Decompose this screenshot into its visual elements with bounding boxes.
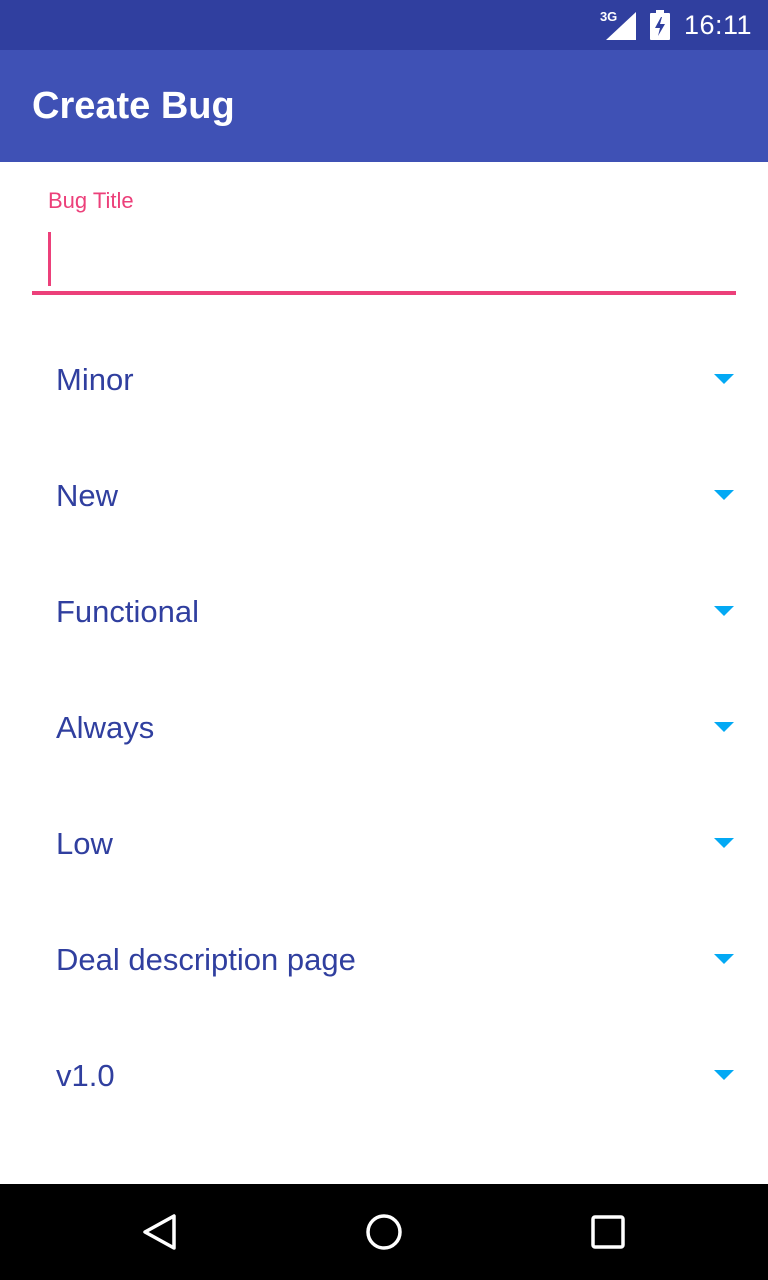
- app-bar: Create Bug: [0, 50, 768, 162]
- status-bar: 3G 16:11: [0, 0, 768, 50]
- frequency-value: Always: [56, 710, 155, 745]
- network-indicator: 3G: [600, 10, 636, 40]
- text-cursor: [48, 232, 51, 286]
- priority-value: Low: [56, 826, 113, 861]
- type-value: Functional: [56, 594, 200, 629]
- battery-charging-icon: [649, 10, 670, 40]
- severity-value: Minor: [56, 362, 134, 397]
- recents-button[interactable]: [560, 1184, 656, 1280]
- bug-title-input[interactable]: [32, 224, 736, 290]
- dropdown-arrow-icon: [714, 606, 734, 616]
- signal-icon: [605, 12, 636, 40]
- status-icons: 3G 16:11: [600, 0, 752, 50]
- status-clock: 16:11: [683, 9, 752, 40]
- dropdown-arrow-icon: [714, 722, 734, 732]
- bug-title-label: Bug Title: [48, 188, 134, 213]
- spinner-list: Minor New Functional Always Low Deal des…: [0, 322, 768, 1134]
- dropdown-arrow-icon: [714, 838, 734, 848]
- component-spinner[interactable]: Deal description page: [0, 902, 768, 1018]
- component-value: Deal description page: [56, 942, 356, 977]
- dropdown-arrow-icon: [714, 1070, 734, 1080]
- dropdown-arrow-icon: [714, 954, 734, 964]
- navigation-bar: [0, 1184, 768, 1280]
- bug-title-field: Bug Title: [32, 180, 736, 296]
- bug-title-underline: [32, 291, 736, 295]
- home-button[interactable]: [336, 1184, 432, 1280]
- priority-spinner[interactable]: Low: [0, 786, 768, 902]
- version-value: v1.0: [56, 1058, 115, 1093]
- recents-icon: [591, 1215, 625, 1249]
- severity-spinner[interactable]: Minor: [0, 322, 768, 438]
- type-spinner[interactable]: Functional: [0, 554, 768, 670]
- status-spinner[interactable]: New: [0, 438, 768, 554]
- status-value: New: [56, 478, 119, 513]
- back-button[interactable]: [112, 1184, 208, 1280]
- home-icon: [366, 1214, 402, 1250]
- dropdown-arrow-icon: [714, 490, 734, 500]
- dropdown-arrow-icon: [714, 374, 734, 384]
- frequency-spinner[interactable]: Always: [0, 670, 768, 786]
- page-title: Create Bug: [32, 85, 235, 127]
- version-spinner[interactable]: v1.0: [0, 1018, 768, 1134]
- back-icon: [143, 1214, 176, 1250]
